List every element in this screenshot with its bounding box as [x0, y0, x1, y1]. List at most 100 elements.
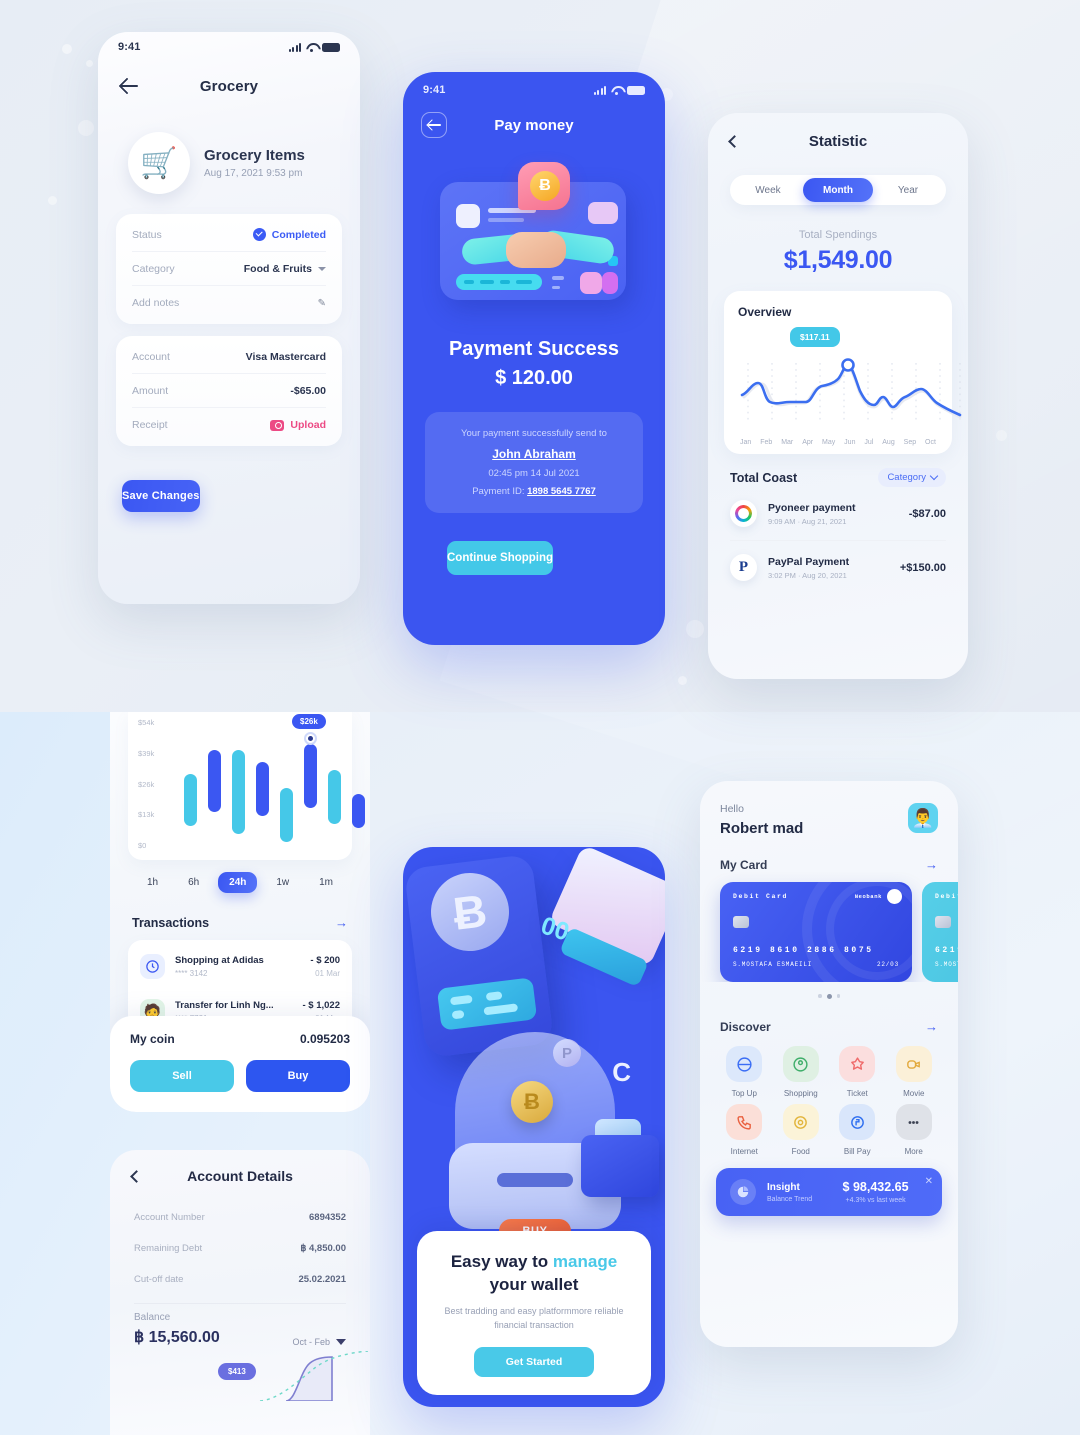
- star-icon: [839, 1046, 876, 1082]
- row-label: Cut-off date: [134, 1274, 184, 1285]
- chevron-down-icon[interactable]: [318, 266, 326, 271]
- bank-logo-icon: [887, 889, 902, 904]
- bar: [184, 774, 197, 826]
- my-coin-sheet: My coin 0.095203 Sell Buy: [110, 1016, 370, 1112]
- transaction-card: **** 3142: [175, 969, 208, 978]
- chevron-down-icon: [336, 1339, 346, 1345]
- bar[interactable]: [304, 744, 317, 808]
- row-label: Amount: [132, 384, 169, 397]
- status-icons: [593, 85, 645, 95]
- camera-icon: [270, 419, 285, 431]
- card-carousel[interactable]: Debit Card Neobank 6219 8610 2886 8075 S…: [700, 872, 958, 982]
- chevron-down-icon: [929, 471, 939, 481]
- grocery-details-card: Status Completed Category Food & Fruits …: [116, 214, 342, 324]
- table-row[interactable]: Pyoneer payment 9:09 AM · Aug 21, 2021 -…: [730, 487, 946, 541]
- arrow-right-icon[interactable]: →: [925, 857, 938, 872]
- debit-card-primary[interactable]: Debit Card Neobank 6219 8610 2886 8075 S…: [720, 882, 912, 982]
- my-card-header: My Card →: [700, 837, 958, 872]
- payment-datetime: 02:45 pm 14 Jul 2021: [488, 468, 580, 479]
- discover-item-top-up[interactable]: Top Up: [716, 1046, 773, 1098]
- row-category[interactable]: Category Food & Fruits: [132, 252, 326, 286]
- y-axis-labels: $54k $39k $26k $13k $0: [138, 718, 154, 850]
- bar-chart: $26k: [180, 714, 365, 854]
- decor-dot: [552, 276, 564, 280]
- headline-part-1: Easy way to: [450, 1252, 553, 1272]
- row-value: 25.02.2021: [298, 1274, 346, 1285]
- bitcoin-icon: Ƀ: [530, 171, 560, 201]
- card-holder: S.MOSTAFA ESMAEILI: [935, 961, 958, 968]
- chart-annotation: $413: [218, 1363, 256, 1380]
- continue-shopping-button[interactable]: Continue Shopping: [447, 541, 554, 575]
- save-changes-button[interactable]: Save Changes: [122, 480, 200, 512]
- pencil-icon[interactable]: ✎: [318, 298, 326, 309]
- balance-area-chart: $413: [110, 1351, 370, 1401]
- axis-tick: Mar: [781, 439, 794, 446]
- discover-item-more[interactable]: More: [886, 1104, 943, 1156]
- pay-navbar: Pay money: [403, 102, 665, 148]
- check-icon: [252, 228, 266, 241]
- discover-label: Internet: [730, 1147, 758, 1156]
- discover-item-food[interactable]: Food: [773, 1104, 830, 1156]
- range-24h[interactable]: 24h: [218, 872, 258, 893]
- discover-item-bill-pay[interactable]: Bill Pay: [829, 1104, 886, 1156]
- range-1m[interactable]: 1m: [308, 872, 344, 893]
- sell-button[interactable]: Sell: [130, 1060, 234, 1092]
- discover-item-internet[interactable]: Internet: [716, 1104, 773, 1156]
- category-value: Food & Fruits: [243, 262, 312, 275]
- wifi-icon: [611, 86, 622, 95]
- insight-banner[interactable]: Insight Balance Trend $ 98,432.65 +4.3% …: [716, 1168, 942, 1216]
- tab-month[interactable]: Month: [803, 178, 873, 202]
- axis-tick: $39k: [138, 748, 155, 758]
- row-notes[interactable]: Add notes ✎: [132, 286, 326, 320]
- date-range-select[interactable]: Oct - Feb: [292, 1337, 346, 1347]
- user-avatar-icon[interactable]: 👨‍💼: [908, 803, 938, 833]
- buy-button[interactable]: Buy: [246, 1060, 350, 1092]
- axis-tick: Jan: [740, 439, 752, 446]
- wallet-3d: [581, 1135, 659, 1197]
- bar-tooltip: $26k: [292, 714, 326, 729]
- arrow-right-icon[interactable]: →: [335, 915, 348, 930]
- discover-item-ticket[interactable]: Ticket: [829, 1046, 886, 1098]
- row-value: ฿ 4,850.00: [300, 1243, 346, 1254]
- transaction-date: 01 Mar: [315, 969, 340, 978]
- range-1w[interactable]: 1w: [265, 872, 300, 893]
- tab-week[interactable]: Week: [733, 178, 803, 202]
- category-filter-button[interactable]: Category: [878, 468, 946, 487]
- axis-tick: Jul: [864, 439, 874, 446]
- insight-value: $ 98,432.65: [842, 1180, 909, 1194]
- gold-coin-icon: Ƀ: [511, 1081, 553, 1123]
- decor-square-purple: [588, 202, 618, 224]
- discover-item-movie[interactable]: Movie: [886, 1046, 943, 1098]
- greeting-label: Hello: [720, 803, 744, 815]
- discover-item-shopping[interactable]: Shopping: [773, 1046, 830, 1098]
- more-icon: [895, 1104, 932, 1140]
- account-navbar: Account Details: [110, 1150, 370, 1202]
- range-6h[interactable]: 6h: [177, 872, 210, 893]
- headline-accent: manage: [552, 1252, 618, 1272]
- close-icon[interactable]: ✕: [925, 1176, 933, 1187]
- row-receipt[interactable]: Receipt Upload: [132, 408, 326, 442]
- row-value: Visa Mastercard: [245, 350, 326, 363]
- wallet-icon: [726, 1046, 763, 1082]
- card-holder: S.MOSTAFA ESMAEILI: [733, 961, 813, 968]
- wifi-icon: [306, 43, 317, 52]
- list-item[interactable]: Shopping at Adidas **** 3142 - $ 200 01 …: [140, 944, 340, 989]
- range-1h[interactable]: 1h: [136, 872, 169, 893]
- axis-tick: Apr: [802, 439, 814, 446]
- axis-tick: Feb: [760, 439, 773, 446]
- row-label: Receipt: [132, 419, 168, 431]
- table-row[interactable]: P PayPal Payment 3:02 PM · Aug 20, 2021 …: [730, 541, 946, 594]
- upload-label: Upload: [290, 419, 326, 431]
- row-value: Completed: [252, 228, 326, 241]
- row-status[interactable]: Status Completed: [132, 218, 326, 252]
- crypto-screen: $54k $39k $26k $13k $0 $26k 1h 6h 24h 1w…: [110, 712, 370, 1112]
- onboarding-sheet: Easy way to manage your wallet Best trad…: [417, 1231, 651, 1395]
- get-started-button[interactable]: Get Started: [474, 1347, 594, 1377]
- debit-card-secondary[interactable]: Debit Card 6219 8610 2886 8075 S.MOSTAFA…: [922, 882, 958, 982]
- arrow-right-icon[interactable]: →: [925, 1019, 938, 1034]
- home-header: Hello Robert mad 👨‍💼: [700, 781, 958, 837]
- payment-id-label: Payment ID:: [472, 486, 525, 497]
- insight-title: Insight: [767, 1181, 800, 1193]
- tab-year[interactable]: Year: [873, 178, 943, 202]
- insight-subtitle: Balance Trend: [767, 1195, 813, 1203]
